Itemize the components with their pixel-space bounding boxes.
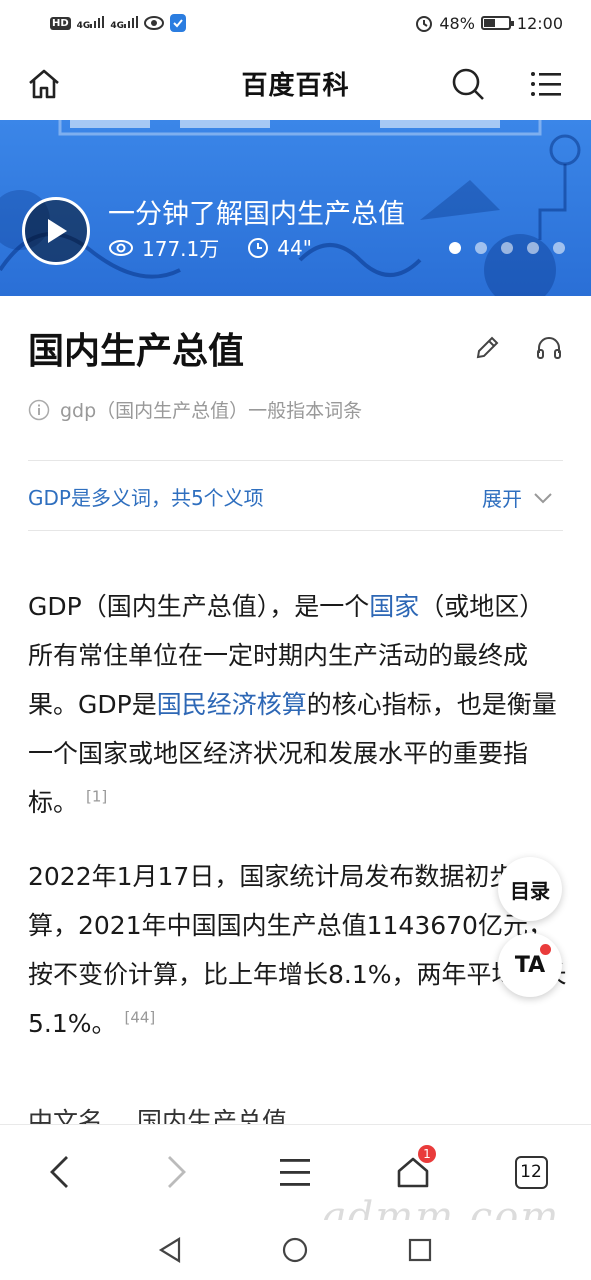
chevron-right-icon	[168, 1156, 186, 1188]
menu-button[interactable]	[526, 64, 566, 104]
eye-icon	[143, 16, 164, 30]
page-title: 国内生产总值	[28, 331, 245, 372]
system-nav-bar	[0, 1220, 591, 1280]
listen-button[interactable]	[534, 333, 564, 363]
search-icon	[452, 68, 484, 100]
signal-icon-2: 4G	[110, 15, 138, 31]
hamburger-menu-icon	[280, 1159, 310, 1186]
edit-button[interactable]	[472, 333, 502, 363]
home-tab-button[interactable]: 1	[388, 1145, 438, 1197]
view-count-icon	[109, 239, 133, 256]
carousel-dot[interactable]	[475, 242, 487, 254]
battery-icon	[480, 16, 514, 30]
disambiguation-text: gdp（国内生产总值）一般指本词条	[60, 400, 363, 422]
home-icon	[29, 69, 59, 99]
nav-recents-button[interactable]	[402, 1232, 438, 1268]
app-title: 百度百科	[241, 70, 350, 101]
divider	[28, 460, 563, 461]
polysemy-link[interactable]: GDP是多义词，共5个义项	[28, 482, 264, 511]
nav-back-button[interactable]	[152, 1232, 188, 1268]
pencil-icon	[476, 336, 499, 359]
gdp-2021-paragraph: 2022年1月17日，国家统计局发布数据初步核算，2021年中国国内生产总值11…	[28, 852, 568, 1048]
chevron-down-icon	[534, 492, 552, 503]
signal-2-label: 4G	[110, 20, 124, 31]
carousel-dots	[449, 242, 565, 254]
signal-icon: 4G	[76, 15, 105, 31]
clock: 12:00	[516, 13, 563, 33]
carousel-dot[interactable]	[553, 242, 565, 254]
link-national-accounts[interactable]: 国民经济核算	[157, 690, 307, 719]
expand-label: 展开	[482, 487, 522, 511]
summary-paragraph: GDP（国内生产总值），是一个国家（或地区）所有常住单位在一定时期内生产活动的最…	[28, 582, 568, 827]
app-header: 百度百科	[0, 46, 591, 120]
table-of-contents-button[interactable]: 目录	[498, 857, 562, 921]
expand-button[interactable]: 展开	[482, 483, 552, 512]
view-count: 177.1万	[142, 237, 220, 261]
play-icon	[48, 219, 67, 243]
square-recents-icon	[408, 1238, 432, 1262]
reference-link[interactable]: [1]	[86, 788, 107, 806]
circle-home-icon	[282, 1237, 308, 1263]
video-title: 一分钟了解国内生产总值	[108, 199, 405, 230]
play-button[interactable]	[22, 197, 90, 265]
carousel-dot[interactable]	[527, 242, 539, 254]
toc-label: 目录	[510, 878, 550, 903]
hd-badge: HD	[50, 16, 71, 30]
status-bar: HD 4G 4G 48% 12:00	[0, 0, 591, 46]
carousel-dot[interactable]	[501, 242, 513, 254]
signal-1-label: 4G	[76, 20, 91, 31]
ta-button[interactable]: TA	[498, 933, 562, 997]
triangle-back-icon	[158, 1237, 181, 1263]
duration-clock-icon	[248, 237, 269, 258]
carousel-dot[interactable]	[449, 242, 461, 254]
back-button[interactable]	[34, 1147, 84, 1197]
shield-icon	[169, 14, 186, 32]
video-meta: 177.1万 44"	[108, 233, 312, 262]
link-country[interactable]: 国家	[369, 592, 419, 621]
status-right: 48% 12:00	[415, 14, 563, 33]
home-badge: 1	[418, 1145, 436, 1163]
home-button[interactable]	[24, 64, 64, 104]
ta-label: TA	[514, 952, 546, 978]
paragraph-text: 2022年1月17日，国家统计局发布数据初步核算，2021年中国国内生产总值11…	[28, 862, 567, 1038]
reference-link[interactable]: [44]	[124, 1009, 155, 1027]
forward-button[interactable]	[152, 1147, 202, 1197]
paragraph-text: GDP（国内生产总值），是一个	[28, 592, 370, 621]
battery-fill	[483, 19, 496, 27]
divider	[28, 530, 563, 531]
search-button[interactable]	[448, 64, 488, 104]
disambiguation-note: gdp（国内生产总值）一般指本词条	[28, 396, 362, 423]
nav-home-button[interactable]	[277, 1232, 313, 1268]
video-duration: 44"	[277, 235, 312, 260]
tabs-button[interactable]: 12	[506, 1147, 556, 1197]
chevron-left-icon	[50, 1156, 68, 1188]
alarm-icon	[416, 16, 433, 32]
battery-percent: 48%	[439, 13, 475, 33]
headphones-icon	[537, 337, 561, 359]
info-icon	[28, 399, 50, 420]
menu-button[interactable]	[270, 1147, 320, 1197]
menu-icon	[531, 72, 561, 96]
status-left: HD 4G 4G	[50, 14, 186, 32]
tabs-count: 12	[514, 1155, 548, 1189]
notification-dot	[540, 944, 551, 955]
